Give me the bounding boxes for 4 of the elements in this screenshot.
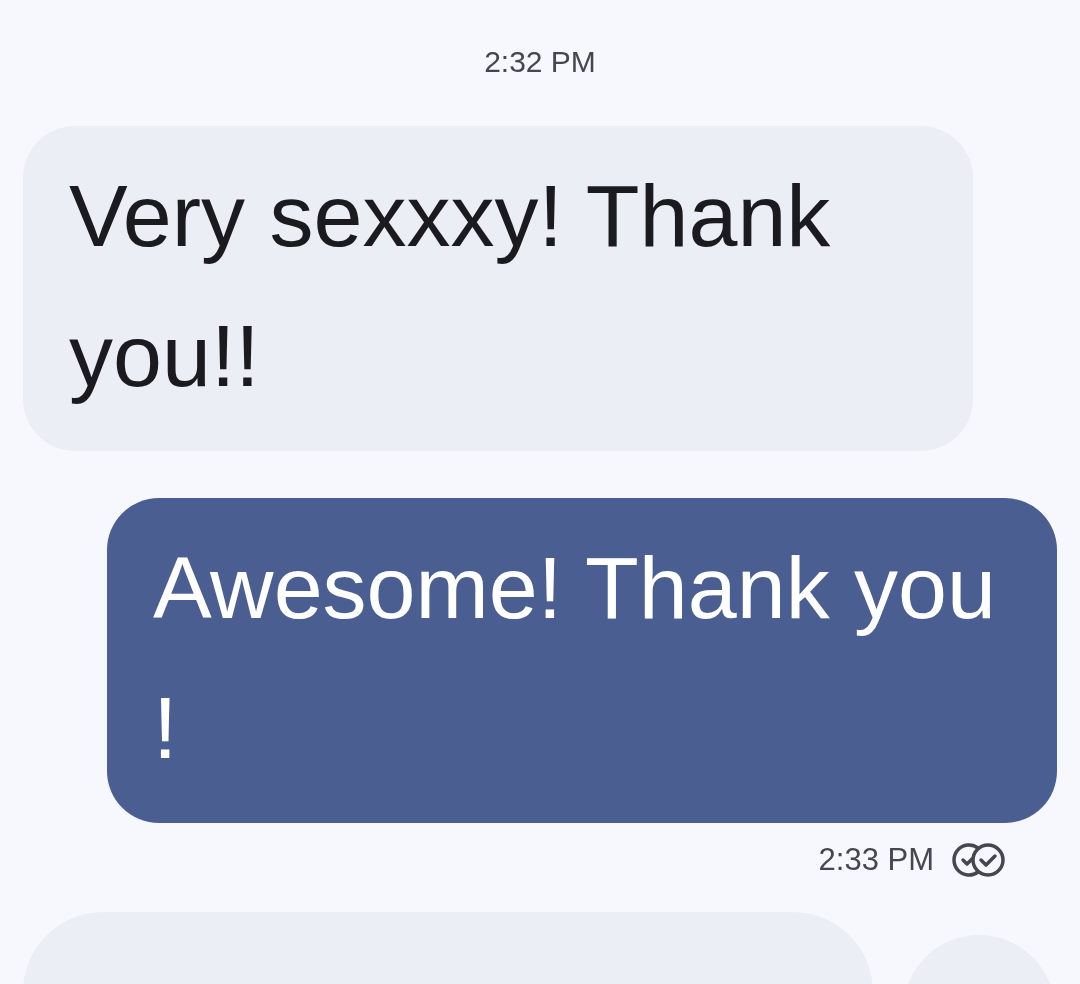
message-time: 2:33 PM <box>818 841 934 879</box>
incoming-message: Very sexxxy! Thank you!! <box>23 126 973 451</box>
outgoing-message: Awesome! Thank you ! <box>107 498 1057 823</box>
message-timestamp: 2:32 PM <box>484 44 596 80</box>
